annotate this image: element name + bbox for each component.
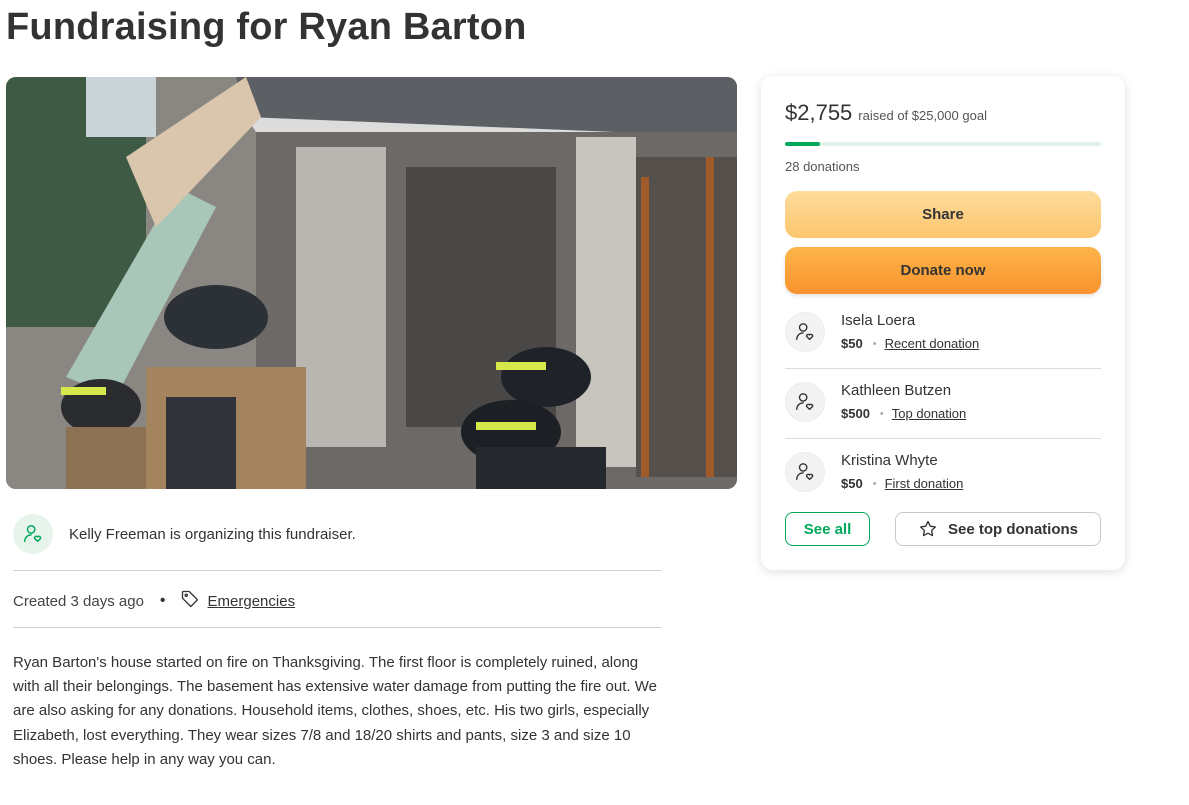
donor-amount: $50: [841, 336, 863, 351]
divider: [13, 570, 661, 571]
organizer-row: Kelly Freeman is organizing this fundrai…: [13, 514, 356, 554]
user-heart-icon: [13, 514, 53, 554]
donor-name: Kristina Whyte: [841, 452, 938, 469]
tag-icon: [180, 589, 200, 613]
donor-amount: $500: [841, 406, 870, 421]
star-icon: [919, 520, 936, 537]
user-heart-icon: [785, 452, 825, 492]
donor-name: Kathleen Butzen: [841, 382, 952, 399]
goal-text: raised of $25,000 goal: [858, 108, 987, 123]
see-all-button[interactable]: See all: [785, 512, 870, 546]
story-text: Ryan Barton's house started on fire on T…: [13, 654, 657, 768]
divider: [785, 368, 1101, 369]
bullet-separator: •: [872, 477, 877, 490]
divider: [785, 438, 1101, 439]
bullet-separator: •: [879, 407, 884, 420]
hero-photo: [6, 77, 737, 489]
progress-fill: [785, 142, 820, 146]
donation-count: 28 donations: [785, 159, 860, 174]
donor-name: Isela Loera: [841, 312, 916, 329]
share-button[interactable]: Share: [785, 191, 1101, 238]
user-heart-icon: [785, 312, 825, 352]
donation-card: $2,755 raised of $25,000 goal 28 donatio…: [761, 76, 1125, 570]
organizer-text: Kelly Freeman is organizing this fundrai…: [69, 525, 356, 543]
created-date: Created 3 days ago: [13, 592, 144, 610]
bullet-separator: •: [872, 337, 877, 350]
donor-item: Kristina Whyte $50 • First donation: [785, 441, 1101, 511]
user-heart-icon: [785, 382, 825, 422]
see-top-donations-button[interactable]: See top donations: [895, 512, 1101, 546]
donor-details: $500 • Top donation: [841, 406, 966, 421]
donation-type-link[interactable]: Recent donation: [885, 336, 980, 351]
donate-now-button[interactable]: Donate now: [785, 247, 1101, 294]
donor-details: $50 • First donation: [841, 476, 963, 491]
donor-item: Kathleen Butzen $500 • Top donation: [785, 371, 1101, 441]
meta-separator: •: [159, 592, 166, 609]
category-link[interactable]: Emergencies: [208, 593, 296, 610]
raised-summary: $2,755 raised of $25,000 goal: [785, 100, 987, 126]
progress-bar: [785, 142, 1101, 146]
donation-type-link[interactable]: First donation: [885, 476, 964, 491]
page-title: Fundraising for Ryan Barton: [6, 6, 527, 48]
fundraiser-meta: Created 3 days ago • Emergencies: [13, 589, 295, 613]
donation-type-link[interactable]: Top donation: [892, 406, 966, 421]
raised-amount: $2,755: [785, 100, 853, 125]
see-top-donations-label: See top donations: [947, 520, 1078, 538]
donor-details: $50 • Recent donation: [841, 336, 979, 351]
donor-amount: $50: [841, 476, 863, 491]
donor-item: Isela Loera $50 • Recent donation: [785, 301, 1101, 371]
divider: [13, 627, 661, 628]
